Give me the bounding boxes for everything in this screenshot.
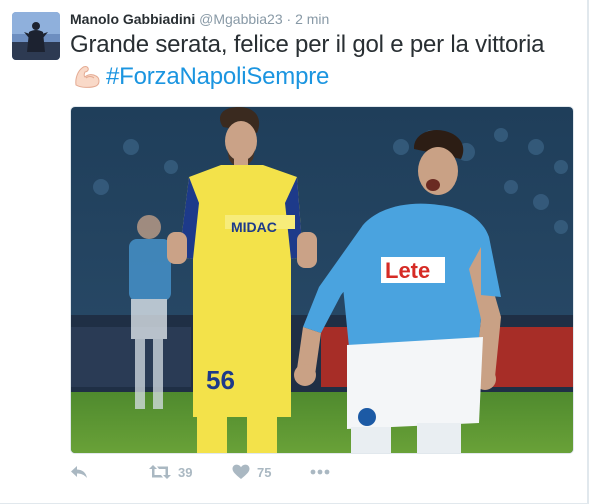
like-button[interactable]: 75 [232,460,271,484]
tweet-photo[interactable]: MIDAC 56 Lete [70,106,574,454]
separator-dot: · [286,11,292,27]
napoli-shirt-sponsor: Lete [385,258,430,283]
tweet-text-body: Grande serata, felice per il gol e per l… [70,31,545,58]
reply-button[interactable] [70,460,88,484]
retweet-button[interactable]: 39 [149,460,192,484]
svg-text:MIDAC: MIDAC [231,219,277,235]
chievo-shirt-sponsor: MIDAC [231,219,277,235]
retweet-count: 39 [178,464,193,480]
reply-icon [70,464,88,480]
tweet-text: Grande serata, felice per il gol e per l… [70,29,570,93]
tweet-actions: 39 75 [70,460,470,484]
user-fullname[interactable]: Manolo Gabbiadini [70,11,195,27]
more-button[interactable] [310,460,330,484]
tweet-timestamp[interactable]: 2 min [295,11,329,27]
heart-icon [232,464,250,480]
hashtag-link[interactable]: #ForzaNapoliSempre [106,63,329,90]
avatar[interactable] [12,12,60,60]
tweet-card: Manolo Gabbiadini @Mgabbia23 · 2 min Gra… [0,0,589,504]
user-handle[interactable]: @Mgabbia23 [199,11,283,27]
tweet-header: Manolo Gabbiadini @Mgabbia23 · 2 min [70,10,329,28]
flexed-biceps-icon [72,63,102,89]
more-dots-icon [310,469,330,475]
like-count: 75 [257,464,272,480]
chievo-shirt-number: 56 [206,365,235,395]
retweet-icon [149,464,171,480]
